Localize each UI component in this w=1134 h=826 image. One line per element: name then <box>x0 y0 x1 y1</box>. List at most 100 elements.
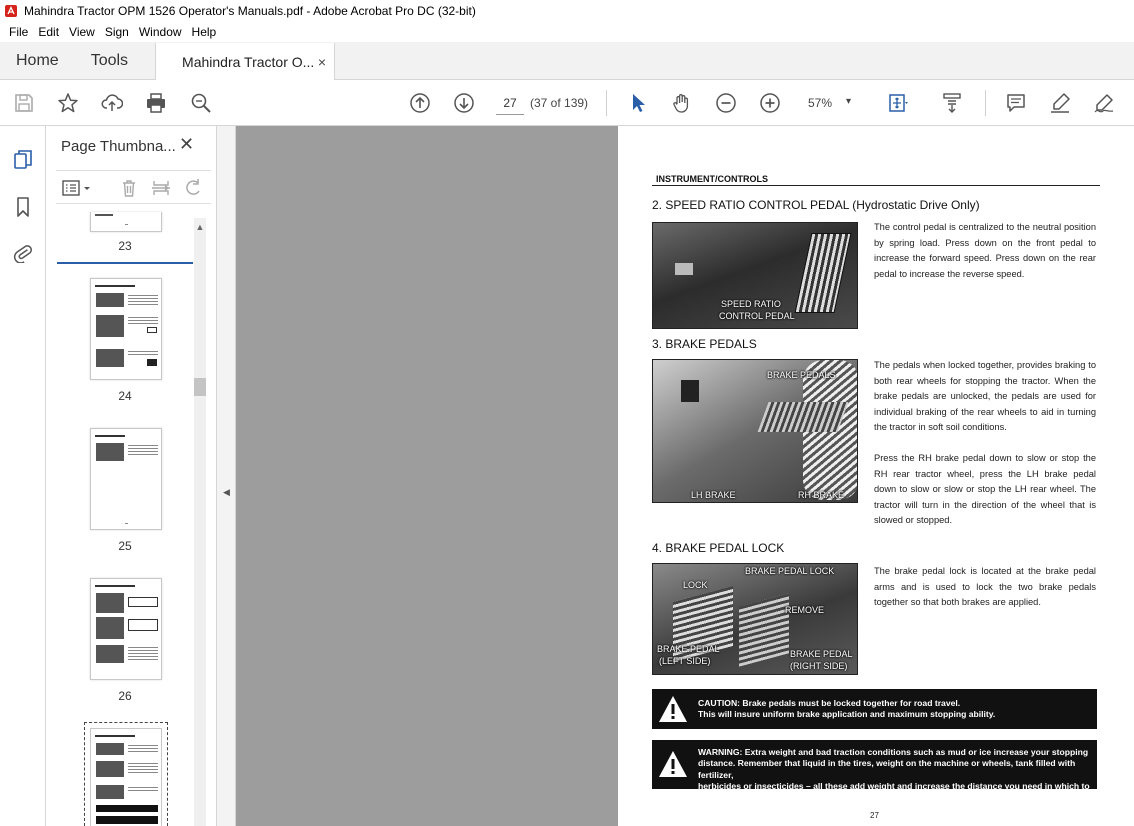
photo-label: (LEFT SIDE) <box>659 656 711 666</box>
thumbnail-page-number: 26 <box>118 689 132 703</box>
page-thumbnails-icon[interactable] <box>11 148 35 172</box>
pedal-graphic <box>757 402 849 432</box>
panel-title: Page Thumbna... <box>61 138 176 155</box>
photo-label: BRAKE PEDAL <box>790 649 853 659</box>
page-thumbnails-panel: Page Thumbna... ✕ 23 24 25 26 ▲ <box>46 126 216 826</box>
zoom-out-icon[interactable] <box>714 91 738 115</box>
brake-lock-photo: LOCK BRAKE PEDAL LOCK REMOVE BRAKE PEDAL… <box>652 563 858 675</box>
caution-line: CAUTION: Brake pedals must be locked tog… <box>698 698 961 708</box>
acrobat-app-icon <box>5 5 17 17</box>
toolbar-divider <box>606 90 607 116</box>
photo-label: LH BRAKE <box>691 490 736 500</box>
zoom-in-icon[interactable] <box>758 91 782 115</box>
pdf-page: INSTRUMENT/CONTROLS 2. SPEED RATIO CONTR… <box>618 126 1134 826</box>
fit-page-icon[interactable] <box>886 91 910 115</box>
header-rule <box>652 185 1100 186</box>
panel-toolbar <box>56 170 211 204</box>
print-icon[interactable] <box>144 91 168 115</box>
section-header: INSTRUMENT/CONTROLS <box>656 174 768 184</box>
panel-close-icon[interactable]: ✕ <box>179 134 194 155</box>
caution-line: This will insure uniform brake applicati… <box>698 709 996 720</box>
menu-view[interactable]: View <box>64 25 100 39</box>
pedal-graphic <box>675 263 693 275</box>
brake-lock-body: The brake pedal lock is located at the b… <box>874 566 1096 607</box>
pedal-graphic <box>794 233 852 313</box>
caution-box: CAUTION: Brake pedals must be locked tog… <box>652 689 1097 729</box>
page-number-input[interactable] <box>496 91 524 115</box>
hand-icon[interactable] <box>670 91 694 115</box>
brake-pedals-photo: BRAKE PEDALS LH BRAKE RH BRAKE <box>652 359 858 503</box>
thumbnail-page-26[interactable] <box>90 578 162 680</box>
photo-label: BRAKE PEDALS <box>767 370 836 380</box>
highlight-pen-icon[interactable] <box>1048 91 1072 115</box>
tab-close-icon[interactable]: × <box>318 54 326 70</box>
thumbnail-page-25[interactable] <box>90 428 162 530</box>
upload-icon[interactable] <box>100 91 124 115</box>
warning-triangle-icon <box>659 751 687 777</box>
tab-document[interactable]: Mahindra Tractor O... × <box>155 43 336 80</box>
menu-edit[interactable]: Edit <box>33 25 64 39</box>
insert-icon[interactable] <box>150 178 172 198</box>
page-down-icon[interactable] <box>452 91 476 115</box>
scrollbar-thumb[interactable] <box>194 378 206 396</box>
thumbnail-page-27[interactable] <box>84 722 168 826</box>
photo-label: BRAKE PEDAL LOCK <box>745 566 835 576</box>
switch-graphic <box>681 380 699 402</box>
page-up-icon[interactable] <box>408 91 432 115</box>
menu-window[interactable]: Window <box>134 25 187 39</box>
menu-help[interactable]: Help <box>187 25 222 39</box>
pedal-graphic <box>739 593 789 667</box>
menu-bar: File Edit View Sign Window Help <box>0 22 1134 42</box>
comment-icon[interactable] <box>1004 91 1028 115</box>
left-rail <box>0 126 46 826</box>
page-count: (37 of 139) <box>530 96 589 110</box>
zoom-level[interactable]: 57% <box>808 96 832 110</box>
select-cursor-icon[interactable] <box>626 91 650 115</box>
save-icon[interactable] <box>12 91 36 115</box>
warning-triangle-icon <box>659 696 687 722</box>
warning-box: WARNING: Extra weight and bad traction c… <box>652 740 1097 802</box>
caution-text: CAUTION: Brake pedals must be locked tog… <box>698 698 995 721</box>
title-bar: Mahindra Tractor OPM 1526 Operator's Man… <box>0 0 1134 22</box>
menu-sign[interactable]: Sign <box>100 25 134 39</box>
window-title: Mahindra Tractor OPM 1526 Operator's Man… <box>24 4 476 18</box>
current-page-indicator <box>57 262 193 264</box>
sign-icon[interactable] <box>1092 91 1116 115</box>
photo-label: LOCK <box>683 580 708 590</box>
bookmark-icon[interactable] <box>11 195 35 219</box>
thumbnail-page-23[interactable] <box>90 212 162 232</box>
tab-document-label: Mahindra Tractor O... <box>182 53 314 70</box>
thumbnail-page-24[interactable] <box>90 278 162 380</box>
options-icon[interactable] <box>60 178 94 198</box>
photo-label: SPEED RATIO <box>721 299 781 309</box>
star-icon[interactable] <box>56 91 80 115</box>
thumbnail-page-number: 25 <box>118 539 132 553</box>
speed-ratio-body: The control pedal is centralized to the … <box>874 222 1096 279</box>
photo-label: CONTROL PEDAL <box>719 311 795 321</box>
brake-lock-heading: 4. BRAKE PEDAL LOCK <box>652 541 785 555</box>
rotate-icon[interactable] <box>182 178 204 198</box>
delete-icon[interactable] <box>118 178 140 198</box>
warning-line: WARNING: Extra weight and bad traction c… <box>698 747 1089 757</box>
warning-line: distance. Remember that liquid in the ti… <box>698 758 1076 780</box>
warning-text: WARNING: Extra weight and bad traction c… <box>698 747 1097 803</box>
scroll-mode-icon[interactable] <box>940 91 964 115</box>
speed-ratio-photo: SPEED RATIO CONTROL PEDAL <box>652 222 858 329</box>
attachment-icon[interactable] <box>11 240 35 264</box>
menu-file[interactable]: File <box>4 25 33 39</box>
zoom-search-icon[interactable] <box>189 91 213 115</box>
speed-ratio-heading: 2. SPEED RATIO CONTROL PEDAL (Hydrostati… <box>652 198 980 212</box>
toolbar: (37 of 139) 57% ▾ <box>0 80 1134 126</box>
photo-label: RH BRAKE <box>798 490 845 500</box>
tab-tools[interactable]: Tools <box>75 42 144 79</box>
photo-label: BRAKE PEDAL <box>657 644 720 654</box>
collapse-panel-icon[interactable]: ◀ <box>223 487 230 498</box>
panel-splitter[interactable]: ◀ <box>216 126 236 826</box>
document-canvas[interactable]: INSTRUMENT/CONTROLS 2. SPEED RATIO CONTR… <box>236 126 1134 826</box>
zoom-dropdown-icon[interactable]: ▾ <box>846 96 851 107</box>
tab-home[interactable]: Home <box>0 42 75 79</box>
toolbar-divider-2 <box>985 90 986 116</box>
scroll-up-icon[interactable]: ▲ <box>194 222 206 232</box>
page-footer-number: 27 <box>870 811 879 820</box>
thumbnail-scrollbar[interactable]: ▲ <box>194 218 206 826</box>
